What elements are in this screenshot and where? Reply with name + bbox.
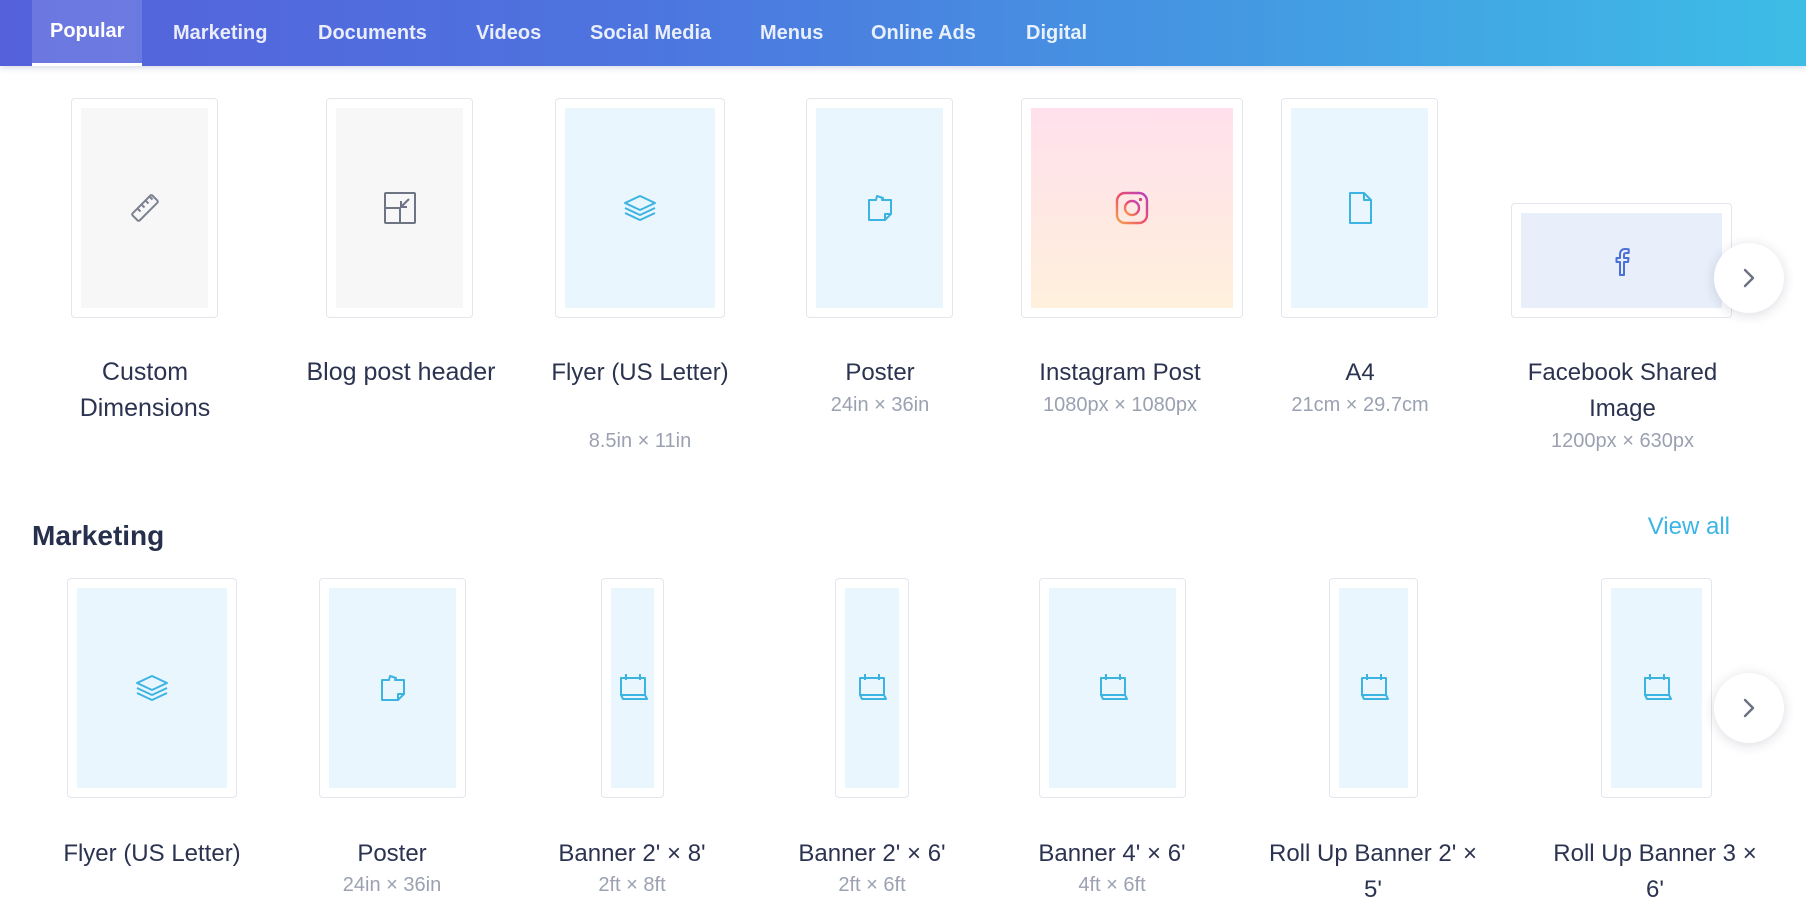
template-thumbnail [816,108,943,308]
section-title-marketing: Marketing [32,520,165,551]
template-title: Flyer (US Letter) [63,840,241,867]
template-thumbnail [81,108,208,308]
template-thumbnail [565,108,715,308]
poster-icon [380,675,405,701]
template-size: 2ft × 8ft [598,874,666,896]
template-thumbnail [1611,588,1702,788]
template-size: 1080px × 1080px [1042,394,1198,416]
template-title: Blog post header [306,358,496,386]
template-card-a4[interactable] [1281,98,1438,318]
template-title: A4 [1345,359,1375,386]
template-card-custom-dimensions[interactable] [71,98,218,318]
template-size: 24in × 36in [830,394,930,416]
scroll-right-button[interactable] [1714,673,1784,743]
view-all-link[interactable]: View all [1648,513,1730,541]
layers-icon [624,195,656,221]
layers-icon [136,675,168,701]
chevron-right-icon [1743,268,1755,288]
template-title: Poster [845,359,915,386]
template-title: Roll Up Banner 3 × 6' [1553,840,1757,903]
template-card-banner-4x6[interactable] [1039,578,1186,798]
template-title: Instagram Post [1039,359,1201,386]
tab-online-ads[interactable]: Online Ads [871,0,976,66]
template-card-roll-up-banner-2x5[interactable] [1329,578,1418,798]
template-thumbnail [1031,108,1233,308]
template-size: 24in × 36in [342,874,442,896]
template-title: Custom Dimensions [79,358,211,422]
template-thumbnail [1291,108,1428,308]
category-nav: Popular Marketing Documents Videos Socia… [0,0,1806,66]
scroll-right-button[interactable] [1714,243,1784,313]
ruler-icon [130,194,159,222]
tab-videos[interactable]: Videos [476,0,541,66]
template-card-poster[interactable] [319,578,466,798]
template-thumbnail [329,588,456,788]
template-card-banner-2x6[interactable] [835,578,909,798]
template-card-facebook-shared-image[interactable] [1511,203,1732,318]
template-thumbnail [845,588,899,788]
template-card-flyer-us-letter[interactable] [67,578,237,798]
template-card-roll-up-banner-3x6[interactable] [1601,578,1712,798]
template-card-flyer-us-letter[interactable] [555,98,725,318]
template-card-blog-post-header[interactable] [326,98,473,318]
template-title: Facebook Shared Image [1527,359,1718,422]
template-thumbnail [77,588,227,788]
tab-popular[interactable]: Popular [32,0,143,66]
template-title: Flyer (US Letter) [551,359,729,386]
template-thumbnail [1049,588,1176,788]
tab-digital[interactable]: Digital [1026,0,1087,66]
template-size: 8.5in × 11in [588,430,692,452]
banner-icon [1643,674,1672,700]
resize-icon [383,192,416,224]
facebook-icon [1615,247,1630,276]
banner-icon [1360,674,1389,700]
banner-icon [859,674,887,700]
template-thumbnail [1339,588,1408,788]
template-title: Poster [357,840,427,867]
template-title: Roll Up Banner 2' × 5' [1268,840,1478,903]
template-title: Banner 2' × 6' [798,840,946,867]
tab-documents[interactable]: Documents [318,0,427,66]
poster-icon [867,195,892,221]
instagram-icon [1115,191,1149,225]
template-size: 2ft × 6ft [838,874,906,896]
template-size: 1200px × 630px [1551,430,1694,452]
tab-social-media[interactable]: Social Media [590,0,711,66]
banner-icon [1099,674,1128,700]
template-thumbnail [336,108,463,308]
tab-marketing[interactable]: Marketing [173,0,267,66]
template-size: 21cm × 29.7cm [1291,394,1429,416]
template-card-banner-2x8[interactable] [601,578,664,798]
document-icon [1348,192,1372,224]
template-title: Banner 4' × 6' [1038,840,1186,867]
chevron-right-icon [1743,698,1755,718]
banner-icon [619,674,648,700]
template-thumbnail [1521,213,1722,308]
template-thumbnail [611,588,654,788]
template-title: Banner 2' × 8' [558,840,706,867]
template-size: 4ft × 6ft [1078,874,1146,896]
tab-menus[interactable]: Menus [760,0,823,66]
template-card-instagram-post[interactable] [1021,98,1243,318]
template-card-poster[interactable] [806,98,953,318]
